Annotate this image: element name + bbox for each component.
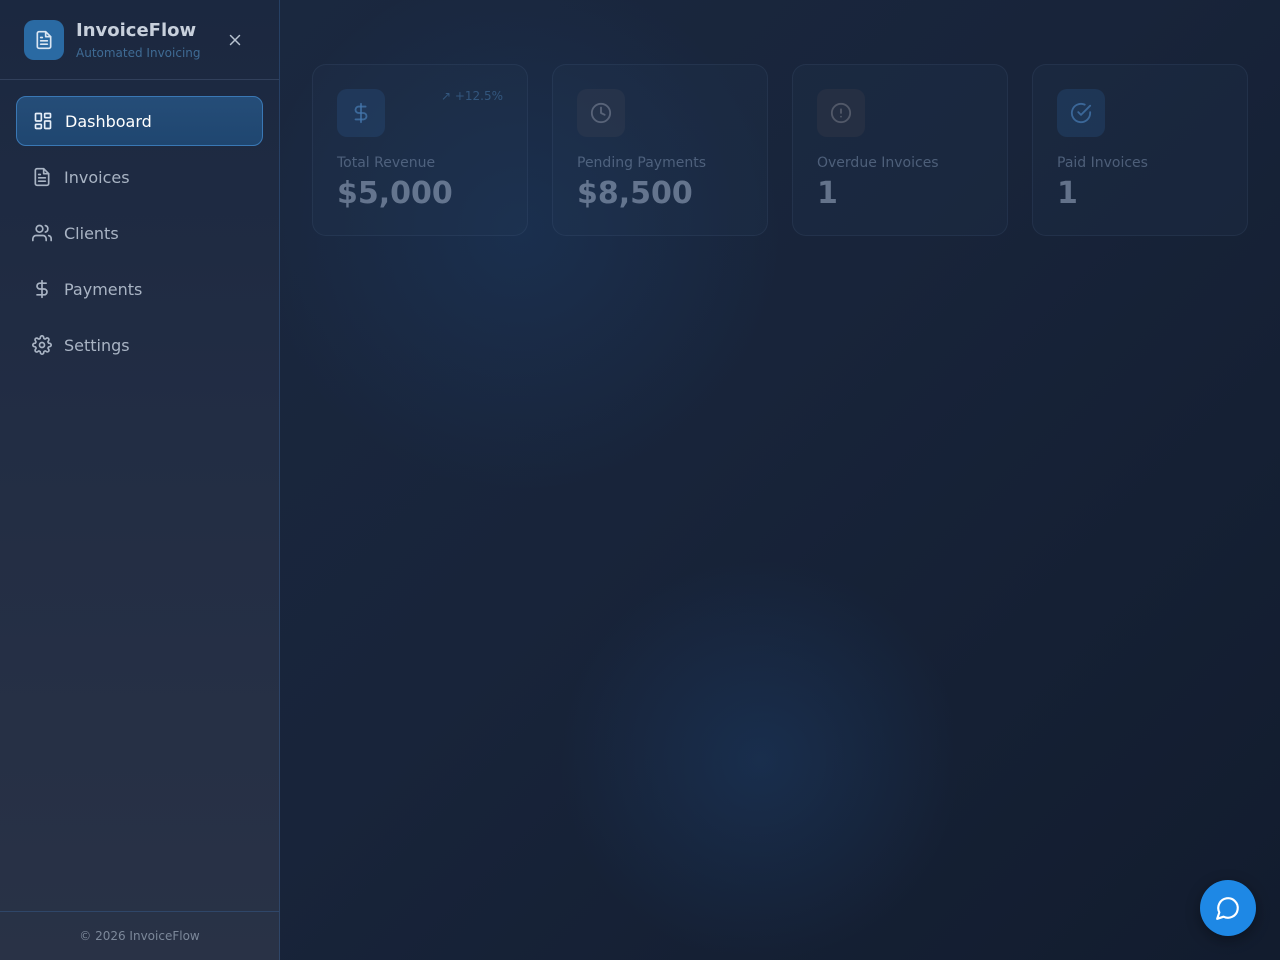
stat-label: Pending Payments — [577, 155, 707, 171]
sidebar-item-label: Clients — [64, 223, 119, 243]
stat-card-paid-invoices[interactable]: Paid Invoices 1 — [1032, 64, 1248, 236]
sidebar-item-dashboard[interactable]: Dashboard — [16, 96, 263, 146]
sidebar-item-label: Settings — [64, 335, 130, 355]
stat-value: $5,000 — [337, 176, 453, 211]
stat-label: Total Revenue — [337, 155, 436, 171]
stat-label: Overdue Invoices — [817, 155, 939, 171]
stat-label: Paid Invoices — [1057, 155, 1148, 171]
stat-card-total-revenue[interactable]: ↗ +12.5% Total Revenue $5,000 — [312, 64, 528, 236]
sidebar-item-invoices[interactable]: Invoices — [16, 152, 263, 202]
clock-icon — [577, 89, 625, 137]
brand-title: InvoiceFlow — [76, 20, 197, 41]
stat-card-pending-payments[interactable]: Pending Payments $8,500 — [552, 64, 768, 236]
stat-value: 1 — [817, 176, 838, 211]
dollar-icon — [32, 279, 52, 299]
close-sidebar-button[interactable] — [222, 27, 248, 53]
alert-circle-icon — [817, 89, 865, 137]
sidebar-item-settings[interactable]: Settings — [16, 320, 263, 370]
chat-bubble-icon — [1216, 897, 1239, 920]
dollar-icon — [337, 89, 385, 137]
sidebar-nav: Dashboard Invoices Clients Payments Sett… — [16, 96, 263, 376]
copyright-text: © 2026 InvoiceFlow — [79, 929, 200, 943]
stat-value: 1 — [1057, 176, 1078, 211]
trend-badge: ↗ +12.5% — [440, 89, 503, 103]
main-content: ↗ +12.5% Total Revenue $5,000 Pending Pa… — [280, 0, 1280, 960]
sidebar-header: InvoiceFlow Automated Invoicing — [0, 0, 279, 80]
sidebar-item-label: Dashboard — [65, 111, 152, 131]
gear-icon — [32, 335, 52, 355]
chat-button[interactable] — [1200, 880, 1256, 936]
app-root: ↗ +12.5% Total Revenue $5,000 Pending Pa… — [0, 0, 1280, 960]
sidebar: InvoiceFlow Automated Invoicing Dashboar… — [0, 0, 280, 960]
sidebar-footer: © 2026 InvoiceFlow — [0, 911, 279, 960]
stat-value: $8,500 — [577, 176, 693, 211]
dashboard-grid-icon — [33, 111, 53, 131]
brand-subtitle: Automated Invoicing — [76, 46, 201, 60]
sidebar-item-label: Payments — [64, 279, 143, 299]
stat-card-overdue-invoices[interactable]: Overdue Invoices 1 — [792, 64, 1008, 236]
check-circle-icon — [1057, 89, 1105, 137]
document-icon — [24, 20, 64, 60]
sidebar-item-label: Invoices — [64, 167, 130, 187]
document-icon — [32, 167, 52, 187]
sidebar-item-payments[interactable]: Payments — [16, 264, 263, 314]
sidebar-item-clients[interactable]: Clients — [16, 208, 263, 258]
users-icon — [32, 223, 52, 243]
close-icon — [229, 34, 241, 46]
